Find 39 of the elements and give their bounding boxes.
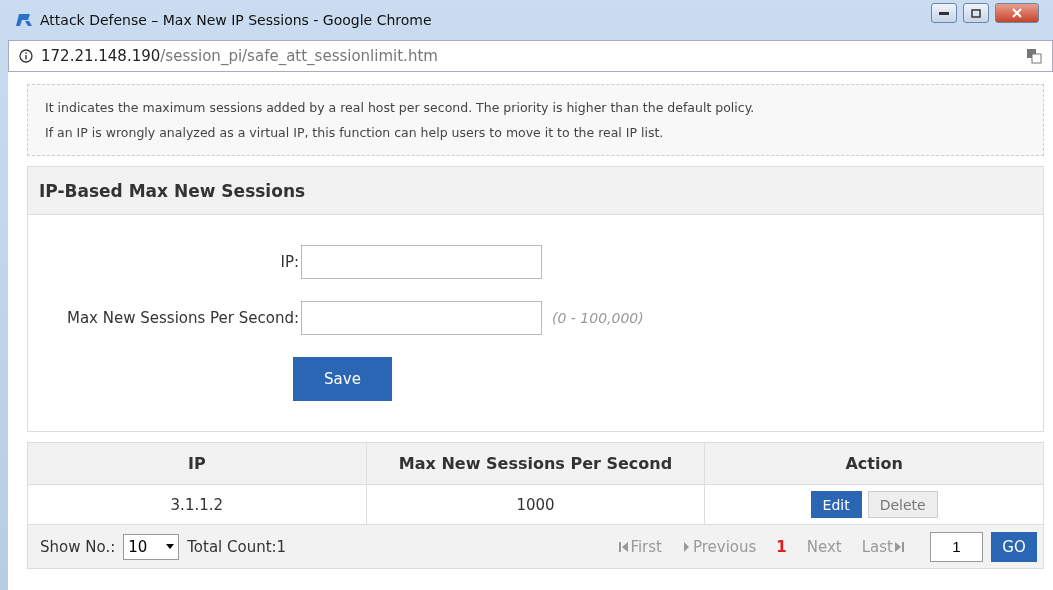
page-input[interactable]: 1: [930, 531, 983, 562]
maximize-icon: [971, 8, 981, 18]
notice-text: It indicates the maximum sessions added by a real host per second. The priority is higher than the default policy.: [45, 100, 756, 115]
show-label: Show No.:: [40, 537, 116, 556]
table-cell: 3.1.1.2: [27, 484, 367, 525]
dropdown-caret-icon: [166, 544, 175, 549]
field-label: Max New Sessions Per Second:: [66, 309, 299, 327]
edit-button[interactable]: Edit: [810, 491, 862, 518]
url-path: /session_pi/safe_att_sessionlimit.htm: [160, 47, 438, 65]
close-icon: [1012, 8, 1022, 18]
input-field[interactable]: [301, 245, 542, 279]
translate-icon[interactable]: [1026, 48, 1042, 64]
info-icon: [19, 49, 33, 63]
range-hint: (0 - 100,000): [552, 310, 645, 326]
page-size-select[interactable]: 10: [123, 533, 180, 560]
input-field[interactable]: [301, 301, 542, 335]
save-button[interactable]: Save: [293, 357, 392, 401]
close-button[interactable]: [995, 3, 1039, 23]
window-title: Attack Defense – Max New IP Sessions - Google Chrome: [40, 12, 433, 28]
notice-text: If an IP is wrongly analyzed as a virtual IP, this function can help users to move it to the real IP list.: [45, 125, 665, 140]
column-header: IP: [27, 442, 367, 485]
left-triangle-icon: [619, 540, 629, 553]
panel-title: IP-Based Max New Sessions: [28, 167, 1043, 215]
column-header: Max New Sessions Per Second: [366, 442, 705, 485]
minimize-icon: [939, 11, 949, 15]
go-button[interactable]: GO: [991, 531, 1037, 562]
page-number[interactable]: 1: [770, 537, 793, 556]
total-count: Total Count:1: [187, 537, 287, 556]
right-triangle-icon: [895, 540, 904, 553]
minimize-button[interactable]: [931, 3, 957, 23]
column-header: Action: [704, 442, 1044, 485]
right-triangle-icon: [681, 540, 691, 553]
url-host: 172.21.148.190: [41, 47, 161, 65]
delete-button[interactable]: Delete: [867, 491, 938, 518]
app-logo-icon: [16, 13, 34, 27]
field-label: IP:: [279, 253, 299, 271]
address-bar[interactable]: 172.21.148.190/session_pi/safe_att_sessionlimit.htm: [8, 40, 1053, 72]
maximize-button[interactable]: [963, 3, 989, 23]
table-cell: 1000: [366, 484, 705, 525]
